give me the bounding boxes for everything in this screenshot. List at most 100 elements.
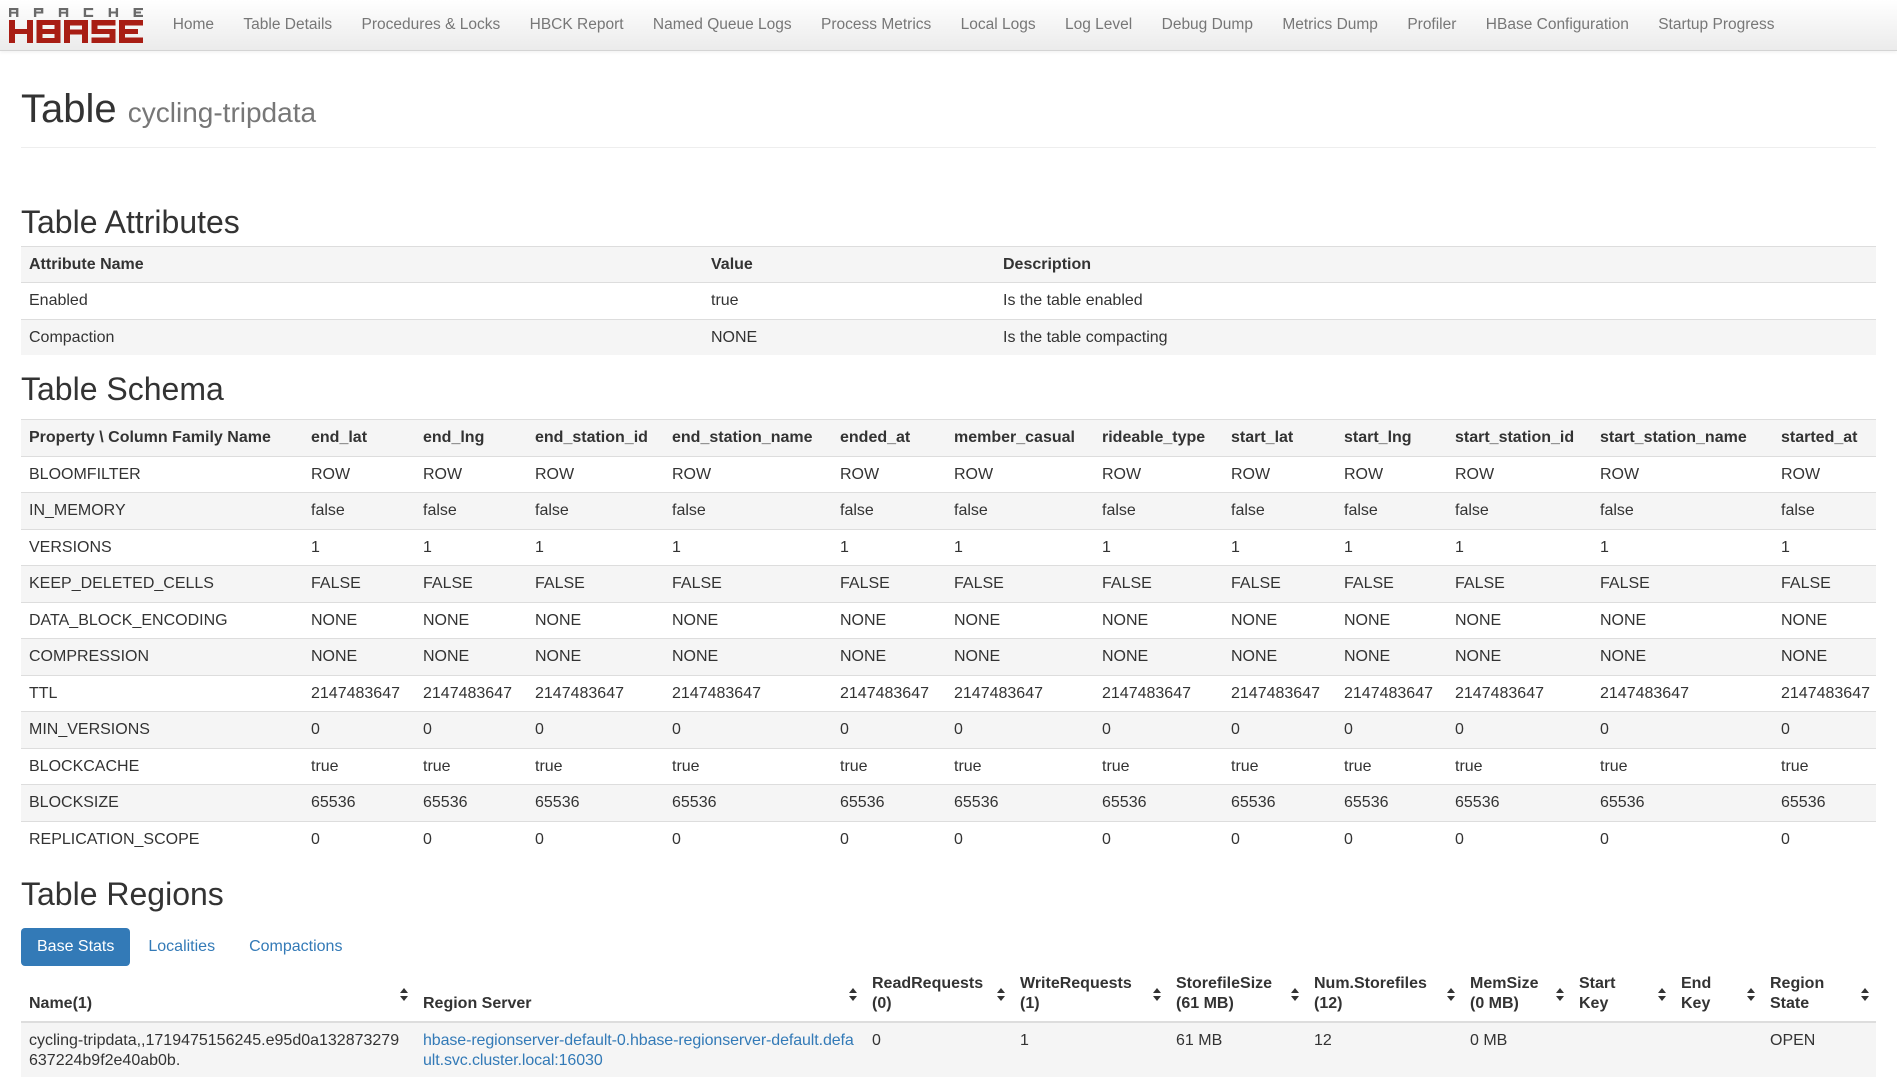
sort-icon [997, 988, 1006, 1001]
regions-column-header[interactable]: Num.Storefiles (12) [1306, 966, 1462, 1022]
schema-property: BLOCKCACHE [21, 748, 303, 785]
nav-item: HBase Configuration [1471, 0, 1643, 50]
tab-localities-link[interactable]: Localities [132, 928, 231, 966]
schema-value: 0 [303, 712, 415, 749]
regions-column-header[interactable]: Name(1) [21, 966, 415, 1022]
schema-value: ROW [1592, 456, 1773, 493]
schema-value: FALSE [1336, 566, 1447, 603]
nav-link-hbck-report[interactable]: HBCK Report [515, 0, 638, 50]
schema-value: 1 [1773, 529, 1876, 566]
schema-value: 0 [1447, 712, 1592, 749]
schema-value: false [527, 493, 664, 530]
schema-value: NONE [527, 639, 664, 676]
schema-value: true [832, 748, 946, 785]
regions-column-label: MemSize (0 MB) [1470, 975, 1538, 1012]
schema-value: 0 [303, 821, 415, 857]
schema-value: false [1336, 493, 1447, 530]
schema-column-family: start_lng [1336, 420, 1447, 457]
regions-column-header[interactable]: End Key [1673, 966, 1762, 1022]
schema-value: NONE [303, 602, 415, 639]
regions-column-header[interactable]: Region State [1762, 966, 1876, 1022]
schema-value: FALSE [832, 566, 946, 603]
schema-value: NONE [664, 639, 832, 676]
nav-item: Table Details [229, 0, 347, 50]
schema-value: true [303, 748, 415, 785]
nav-link-metrics-dump[interactable]: Metrics Dump [1268, 0, 1393, 50]
schema-value: NONE [832, 602, 946, 639]
nav-link-table-details[interactable]: Table Details [229, 0, 347, 50]
sort-icon [1153, 988, 1162, 1001]
schema-table: Property \ Column Family Nameend_latend_… [21, 419, 1876, 857]
nav-link-named-queue-logs[interactable]: Named Queue Logs [638, 0, 806, 50]
schema-value: NONE [832, 639, 946, 676]
regions-column-label: Start Key [1579, 975, 1615, 1012]
region-server-link[interactable]: hbase-regionserver-default-0.hbase-regio… [423, 1032, 854, 1069]
regions-column-header[interactable]: WriteRequests (1) [1012, 966, 1168, 1022]
schema-value: 2147483647 [1223, 675, 1336, 712]
schema-property: VERSIONS [21, 529, 303, 566]
schema-value: false [415, 493, 527, 530]
schema-value: 2147483647 [664, 675, 832, 712]
nav-link-hbase-configuration[interactable]: HBase Configuration [1471, 0, 1643, 50]
regions-column-header[interactable]: Start Key [1571, 966, 1673, 1022]
schema-value: 0 [1447, 821, 1592, 857]
schema-property: REPLICATION_SCOPE [21, 821, 303, 857]
schema-value: ROW [832, 456, 946, 493]
nav-link-log-level[interactable]: Log Level [1050, 0, 1147, 50]
schema-value: 0 [415, 821, 527, 857]
nav-link-local-logs[interactable]: Local Logs [946, 0, 1050, 50]
schema-value: 0 [1773, 821, 1876, 857]
schema-value: 0 [832, 712, 946, 749]
schema-corner-header: Property \ Column Family Name [21, 420, 303, 457]
schema-property: COMPRESSION [21, 639, 303, 676]
schema-value: true [1094, 748, 1223, 785]
schema-value: 1 [832, 529, 946, 566]
schema-header-row: Property \ Column Family Nameend_latend_… [21, 420, 1876, 457]
hbase-logo[interactable] [9, 8, 143, 44]
schema-value: 2147483647 [832, 675, 946, 712]
regions-column-header[interactable]: StorefileSize (61 MB) [1168, 966, 1306, 1022]
schema-column-family: rideable_type [1094, 420, 1223, 457]
schema-value: true [1592, 748, 1773, 785]
nav-link-process-metrics[interactable]: Process Metrics [806, 0, 946, 50]
nav-link-procedures-locks[interactable]: Procedures & Locks [347, 0, 515, 50]
page-title-text: Table [21, 87, 117, 131]
schema-property: MIN_VERSIONS [21, 712, 303, 749]
nav-menu: Home Table Details Procedures & Locks HB… [158, 0, 1789, 50]
schema-value: true [664, 748, 832, 785]
regions-column-header[interactable]: Region Server [415, 966, 864, 1022]
schema-property: BLOOMFILTER [21, 456, 303, 493]
schema-value: 2147483647 [527, 675, 664, 712]
nav-link-startup-progress[interactable]: Startup Progress [1644, 0, 1790, 50]
region-name: cycling-tripdata,,1719475156245.e95d0a13… [21, 1022, 415, 1077]
schema-value: 1 [1094, 529, 1223, 566]
tab-localities: Localities [132, 928, 231, 966]
schema-value: NONE [1223, 639, 1336, 676]
schema-value: true [946, 748, 1094, 785]
regions-column-header[interactable]: ReadRequests (0) [864, 966, 1012, 1022]
schema-column-family: end_lng [415, 420, 527, 457]
nav-item: Profiler [1393, 0, 1471, 50]
regions-column-label: Region State [1770, 975, 1824, 1012]
schema-value: 1 [1447, 529, 1592, 566]
table-row: CompactionNONEIs the table compacting [21, 319, 1876, 355]
schema-value: false [832, 493, 946, 530]
nav-item: Home [158, 0, 229, 50]
schema-value: 2147483647 [946, 675, 1094, 712]
regions-header-row: Name(1) Region ServerReadRequests (0)Writ… [21, 966, 1876, 1022]
logo-hbase-text [9, 20, 143, 43]
tab-base-stats-link[interactable]: Base Stats [21, 928, 130, 966]
attribute-value: NONE [703, 319, 995, 355]
schema-value: 2147483647 [1773, 675, 1876, 712]
schema-value: ROW [1223, 456, 1336, 493]
schema-property: DATA_BLOCK_ENCODING [21, 602, 303, 639]
regions-column-label: Name(1) [29, 995, 92, 1012]
regions-column-header[interactable]: MemSize (0 MB) [1462, 966, 1571, 1022]
schema-value: 65536 [946, 785, 1094, 822]
nav-item: Debug Dump [1147, 0, 1268, 50]
tab-compactions-link[interactable]: Compactions [233, 928, 358, 966]
nav-link-debug-dump[interactable]: Debug Dump [1147, 0, 1268, 50]
nav-link-home[interactable]: Home [158, 0, 229, 50]
schema-value: true [1447, 748, 1592, 785]
nav-link-profiler[interactable]: Profiler [1393, 0, 1471, 50]
